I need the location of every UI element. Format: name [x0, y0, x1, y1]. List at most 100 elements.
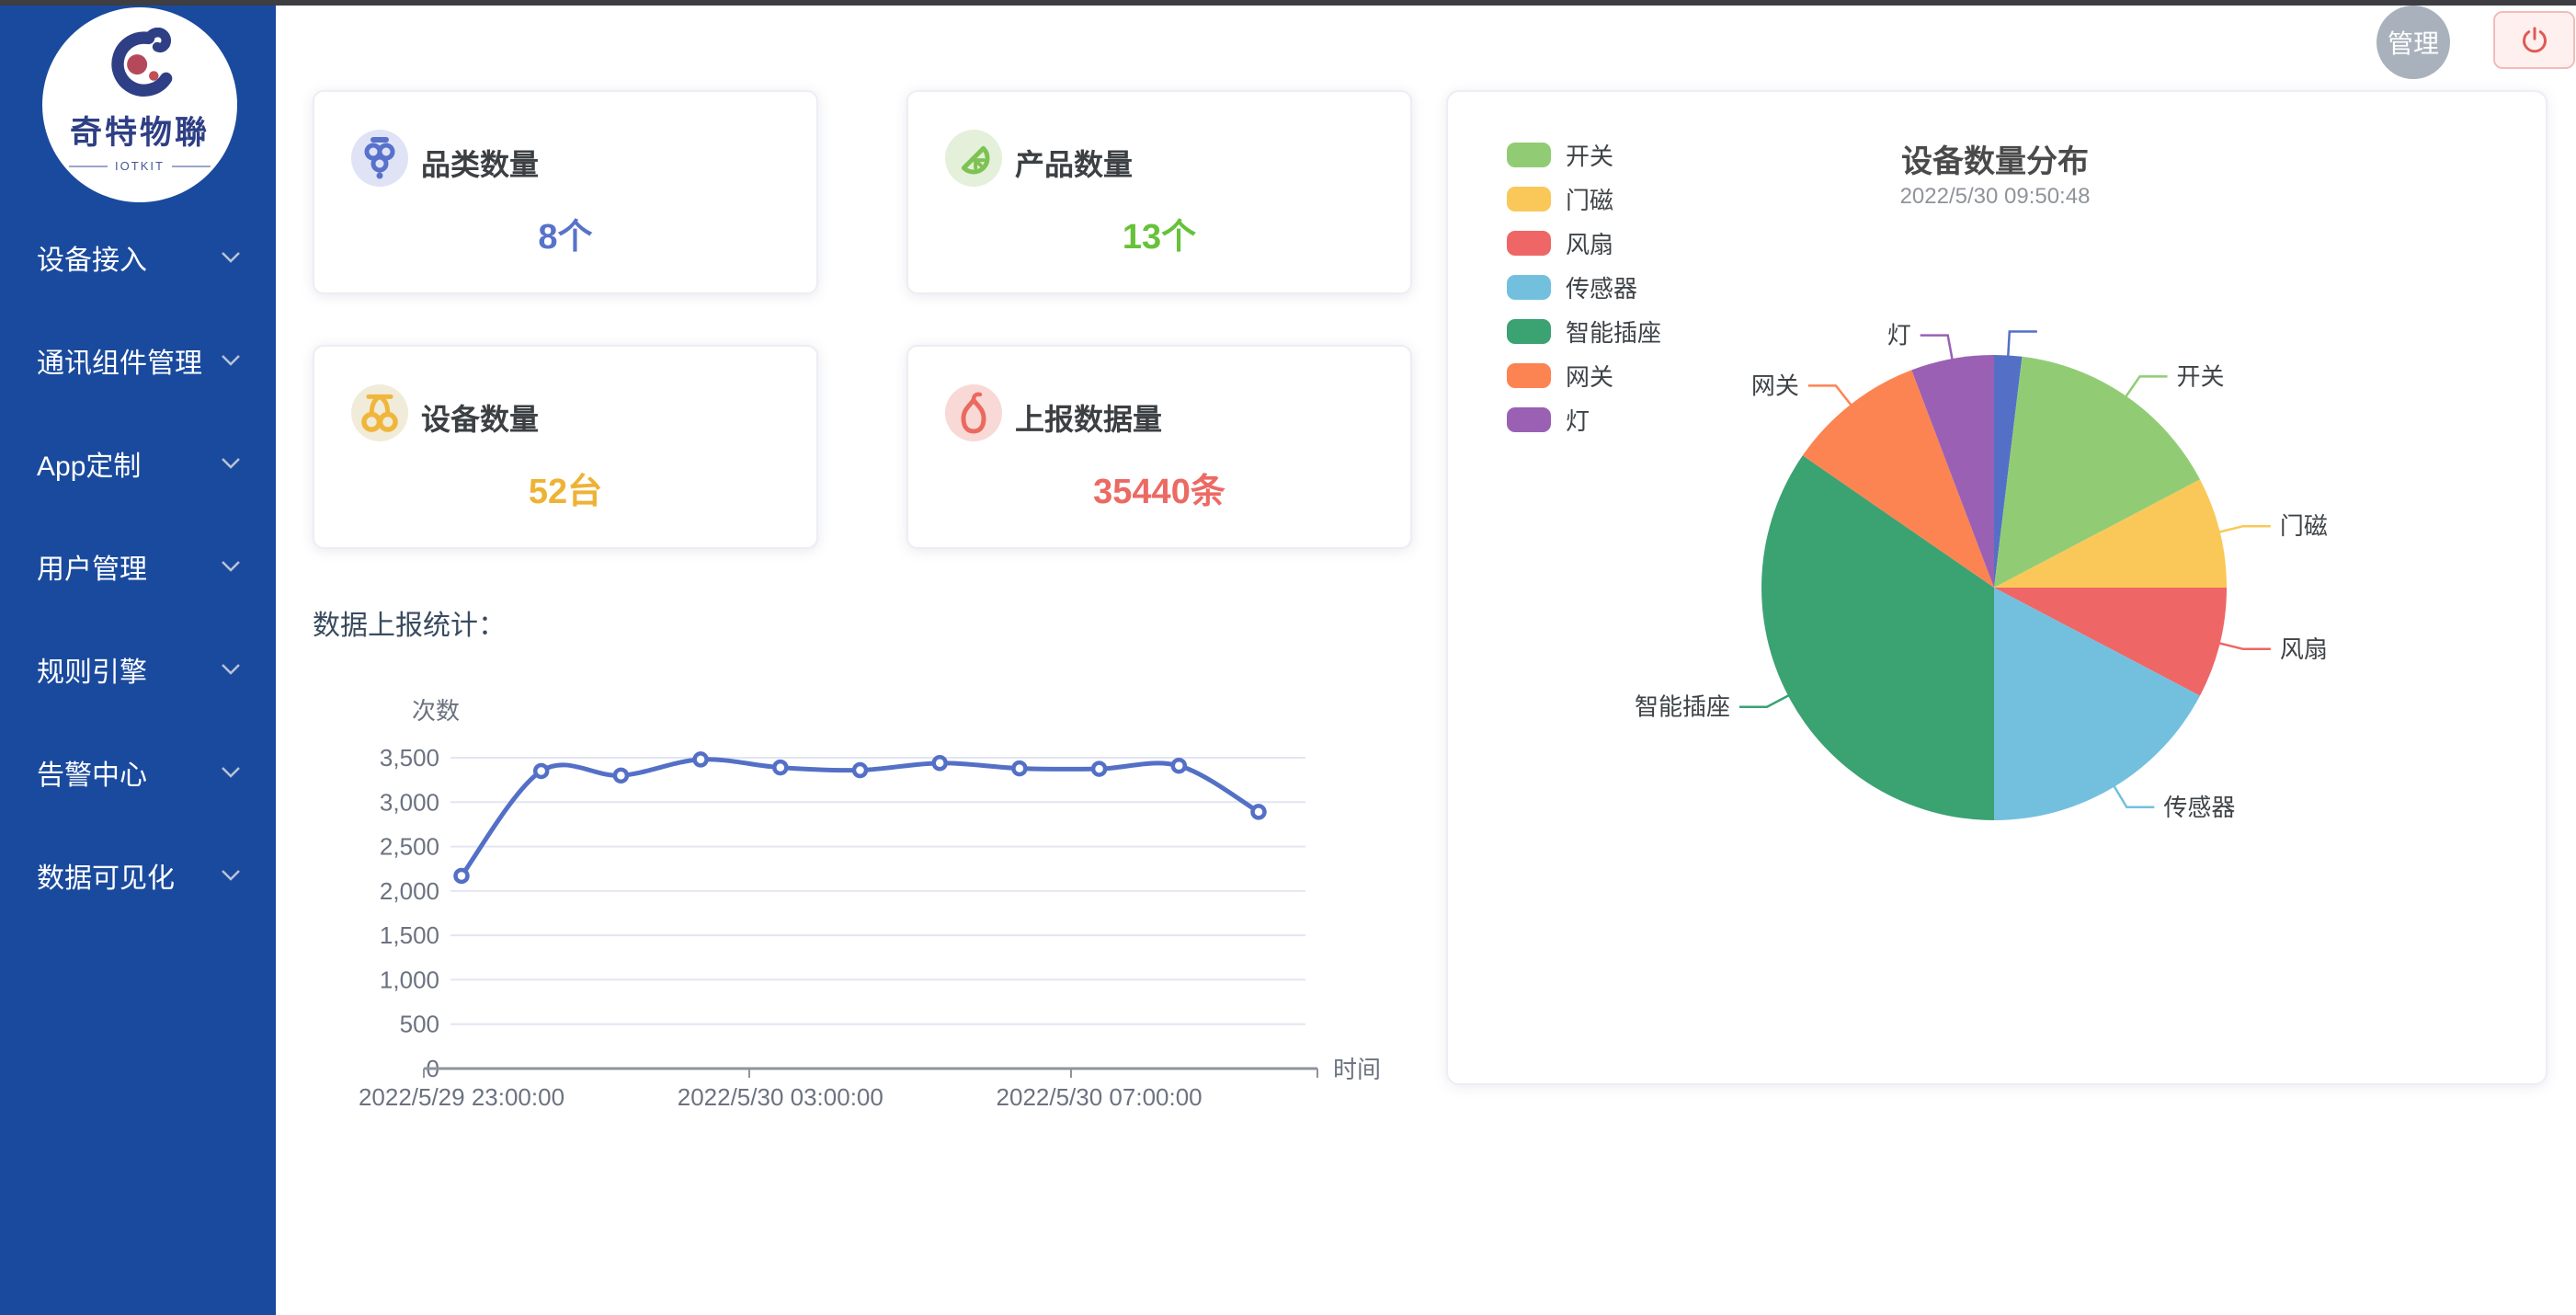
svg-text:1,000: 1,000 [380, 966, 439, 993]
cherries-icon [351, 384, 408, 441]
brand-logo-icon [96, 28, 184, 105]
legend-label: 传感器 [1566, 270, 1637, 304]
legend-label: 开关 [1566, 138, 1613, 172]
pie-callout-line [2126, 376, 2168, 397]
brand-subtitle: IOTKIT [115, 159, 165, 173]
pie-callout-label: 风扇 [2280, 635, 2328, 663]
legend-item[interactable]: 网关 [1507, 353, 1661, 397]
reported-data-line-chart: 次数05001,0001,5002,0002,5003,0003,500时间20… [313, 671, 1416, 1140]
pie-callout-label: 开关 [2176, 362, 2224, 390]
svg-text:3,000: 3,000 [380, 788, 439, 816]
stat-card-reported-data: 上报数据量 35440条 [906, 345, 1412, 549]
legend-label: 智能插座 [1566, 314, 1661, 349]
lemon-icon [945, 130, 1002, 187]
stat-value: 52台 [314, 463, 816, 513]
rule-right [172, 166, 211, 167]
brand-title: 奇特物聯 [70, 107, 210, 154]
brand-logo: 奇特物聯 IOTKIT [42, 7, 237, 202]
legend-item[interactable]: 风扇 [1507, 221, 1661, 265]
legend-item[interactable]: 智能插座 [1507, 309, 1661, 353]
legend-swatch [1507, 407, 1551, 432]
logout-button[interactable] [2493, 11, 2575, 69]
legend-label: 网关 [1566, 359, 1613, 393]
chevron-down-icon [221, 766, 241, 779]
legend-label: 风扇 [1566, 226, 1613, 260]
stat-card-categories: 品类数量 8个 [313, 90, 818, 294]
pie-callout-label: 传感器 [2163, 794, 2235, 821]
chevron-down-icon [221, 663, 241, 676]
legend-label: 灯 [1566, 403, 1590, 437]
sidebar-menu: 设备接入 通讯组件管理 App定制 用户管理 规则引擎 告警中心 数据可见化 [0, 206, 276, 927]
legend-swatch [1507, 143, 1551, 167]
legend-item[interactable]: 门磁 [1507, 177, 1661, 221]
legend-swatch [1507, 231, 1551, 256]
legend-swatch [1507, 275, 1551, 300]
stat-label: 品类数量 [421, 142, 539, 184]
stat-label: 上报数据量 [1015, 396, 1162, 439]
sidebar-item-rule-engine[interactable]: 规则引擎 [0, 618, 276, 721]
grapes-icon [351, 130, 408, 187]
user-avatar[interactable]: 管理 [2377, 6, 2450, 79]
legend-item[interactable]: 开关 [1507, 132, 1661, 177]
legend-swatch [1507, 363, 1551, 388]
svg-text:2022/5/29 23:00:00: 2022/5/29 23:00:00 [359, 1083, 564, 1111]
sidebar-item-data-visual[interactable]: 数据可见化 [0, 824, 276, 927]
stat-label: 产品数量 [1015, 142, 1133, 184]
pie-callout-line [1921, 336, 1953, 361]
sidebar-item-label: App定制 [37, 443, 141, 484]
pie-callout-label: 智能插座 [1635, 693, 1730, 721]
svg-text:2022/5/30 03:00:00: 2022/5/30 03:00:00 [678, 1083, 883, 1111]
legend-item[interactable]: 灯 [1507, 397, 1661, 441]
sidebar-item-label: 数据可见化 [37, 855, 175, 896]
pie-legend: 开关 门磁 风扇 传感器 智能插座 网关 灯 [1507, 132, 1661, 441]
sidebar-item-label: 规则引擎 [37, 649, 147, 690]
chevron-down-icon [221, 560, 241, 573]
sidebar-item-comm-components[interactable]: 通讯组件管理 [0, 309, 276, 412]
sidebar-item-label: 设备接入 [37, 237, 147, 278]
sidebar-item-label: 告警中心 [37, 752, 147, 793]
sidebar: 奇特物聯 IOTKIT 设备接入 通讯组件管理 App定制 用户管理 规则引擎 [0, 0, 276, 1315]
sidebar-item-device-access[interactable]: 设备接入 [0, 206, 276, 309]
pie-callout-label: 网关 [1751, 372, 1799, 399]
top-dark-bar [0, 0, 2576, 6]
svg-text:1,500: 1,500 [380, 921, 439, 949]
chevron-down-icon [221, 457, 241, 470]
pear-icon [945, 384, 1002, 441]
svg-text:时间: 时间 [1333, 1056, 1381, 1083]
stat-value: 13个 [908, 208, 1410, 258]
chevron-down-icon [221, 251, 241, 264]
svg-text:3,500: 3,500 [380, 744, 439, 772]
pie-callout-line [2218, 526, 2271, 532]
legend-swatch [1507, 319, 1551, 344]
pie-callout-line [2008, 332, 2037, 358]
svg-text:2,000: 2,000 [380, 877, 439, 905]
stat-label: 设备数量 [421, 396, 539, 439]
chevron-down-icon [221, 869, 241, 882]
legend-item[interactable]: 传感器 [1507, 265, 1661, 309]
pie-callout-line [1808, 385, 1852, 406]
pie-callout-label: 灯 [1887, 322, 1911, 349]
sidebar-item-label: 用户管理 [37, 546, 147, 587]
line-chart-section-title: 数据上报统计： [313, 602, 506, 643]
chevron-down-icon [221, 354, 241, 367]
pie-callout-label: 门磁 [2280, 512, 2328, 540]
avatar-label: 管理 [2388, 24, 2439, 61]
stat-value: 35440条 [908, 463, 1410, 513]
sidebar-item-app-custom[interactable]: App定制 [0, 412, 276, 515]
pie-callout-line [1739, 695, 1790, 707]
pie-callout-line [2218, 643, 2271, 649]
svg-text:次数: 次数 [412, 697, 460, 725]
sidebar-item-user-mgmt[interactable]: 用户管理 [0, 515, 276, 618]
sidebar-item-label: 通讯组件管理 [37, 340, 202, 381]
svg-text:2022/5/30 07:00:00: 2022/5/30 07:00:00 [997, 1083, 1203, 1111]
rule-left [69, 166, 108, 167]
pie-callout-line [2114, 785, 2154, 807]
stat-value: 8个 [314, 208, 816, 258]
legend-swatch [1507, 187, 1551, 212]
sidebar-item-alert-center[interactable]: 告警中心 [0, 721, 276, 824]
svg-text:500: 500 [400, 1011, 439, 1038]
power-icon [2521, 27, 2548, 54]
stat-card-devices: 设备数量 52台 [313, 345, 818, 549]
stat-card-products: 产品数量 13个 [906, 90, 1412, 294]
legend-label: 门磁 [1566, 182, 1613, 216]
